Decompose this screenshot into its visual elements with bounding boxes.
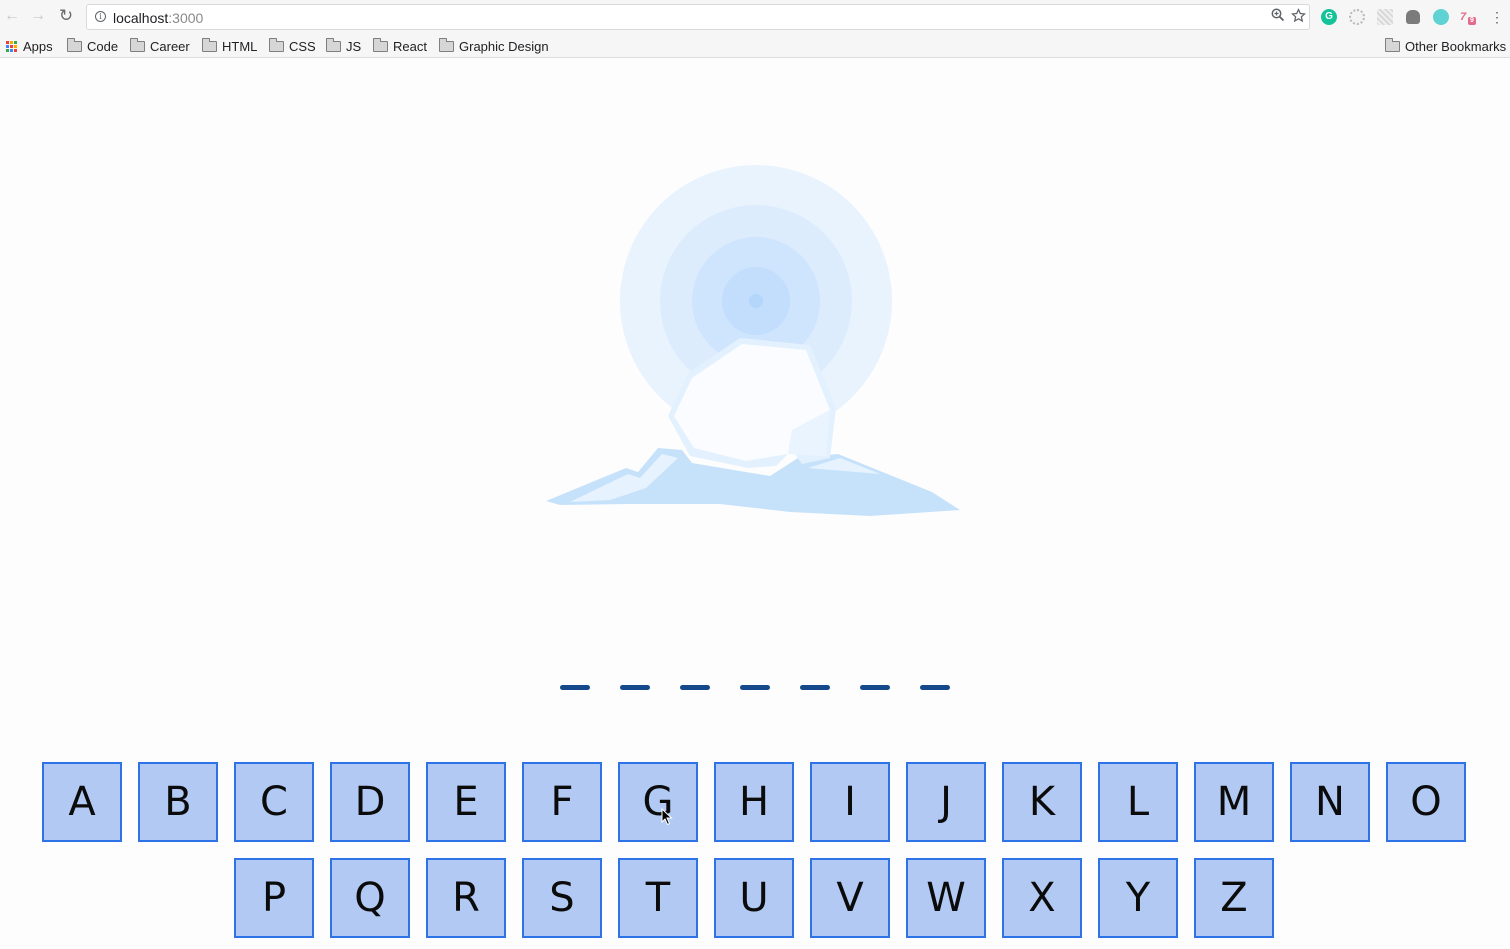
letter-button-o[interactable]: O <box>1386 762 1466 842</box>
letter-blank <box>620 685 650 690</box>
letter-blank <box>740 685 770 690</box>
letter-button-m[interactable]: M <box>1194 762 1274 842</box>
letter-button-p[interactable]: P <box>234 858 314 938</box>
bookmark-folder-react[interactable]: React <box>373 37 427 55</box>
letter-button-x[interactable]: X <box>1002 858 1082 938</box>
letter-button-z[interactable]: Z <box>1194 858 1274 938</box>
letter-button-d[interactable]: D <box>330 762 410 842</box>
letter-button-e[interactable]: E <box>426 762 506 842</box>
badge-count: 9 <box>1468 17 1476 25</box>
letter-button-h[interactable]: H <box>714 762 794 842</box>
pattern-extension-icon[interactable] <box>1377 9 1393 25</box>
info-icon[interactable]: i <box>95 11 106 22</box>
letter-blank <box>680 685 710 690</box>
bookmark-folder-label: HTML <box>222 38 258 54</box>
reload-icon[interactable]: ↻ <box>56 6 76 26</box>
apps-grid-icon <box>6 40 17 52</box>
folder-icon <box>130 37 145 52</box>
folder-icon <box>439 37 454 52</box>
bookmark-folder-label: Graphic Design <box>459 38 549 54</box>
address-bar[interactable]: i localhost:3000 <box>86 4 1310 30</box>
folder-icon <box>373 37 388 52</box>
letter-button-y[interactable]: Y <box>1098 858 1178 938</box>
url-host: localhost <box>113 10 169 26</box>
bookmark-apps-label: Apps <box>23 38 53 54</box>
letter-button-w[interactable]: W <box>906 858 986 938</box>
letter-button-g[interactable]: G <box>618 762 698 842</box>
browser-toolbar: ← → ↻ i localhost:3000 G 79 ⋮ <box>0 0 1510 34</box>
letter-button-f[interactable]: F <box>522 762 602 842</box>
letter-button-k[interactable]: K <box>1002 762 1082 842</box>
folder-icon <box>1385 37 1400 52</box>
url-port: :3000 <box>168 10 204 26</box>
letter-button-b[interactable]: B <box>138 762 218 842</box>
bookmark-folder-label: JS <box>346 38 362 54</box>
grammarly-extension-icon[interactable]: G <box>1321 9 1337 25</box>
bookmark-folder-label: Career <box>150 38 190 54</box>
letter-button-q[interactable]: Q <box>330 858 410 938</box>
url-text: localhost:3000 <box>113 10 203 26</box>
letter-button-n[interactable]: N <box>1290 762 1370 842</box>
letter-button-j[interactable]: J <box>906 762 986 842</box>
bookmark-folder-label: CSS <box>289 38 316 54</box>
badge-extension-icon[interactable]: 79 <box>1460 9 1476 25</box>
word-blanks <box>555 678 955 700</box>
teal-extension-icon[interactable] <box>1433 9 1449 25</box>
evernote-extension-icon[interactable] <box>1406 10 1420 24</box>
bookmark-folder-label: Code <box>87 38 119 54</box>
letter-blank <box>920 685 950 690</box>
letter-button-v[interactable]: V <box>810 858 890 938</box>
iceberg <box>546 338 960 516</box>
more-menu-icon[interactable]: ⋮ <box>1490 9 1504 25</box>
settings-extension-icon[interactable] <box>1349 9 1365 25</box>
letter-blank <box>800 685 830 690</box>
letter-button-a[interactable]: A <box>42 762 122 842</box>
iceberg-illustration <box>540 158 970 523</box>
back-arrow-icon[interactable]: ← <box>2 6 22 26</box>
folder-icon <box>269 37 284 52</box>
letter-button-u[interactable]: U <box>714 858 794 938</box>
letter-button-t[interactable]: T <box>618 858 698 938</box>
folder-icon <box>202 37 217 52</box>
bookmark-other-label: Other Bookmarks <box>1405 38 1507 54</box>
bookmark-folder-career[interactable]: Career <box>130 37 190 55</box>
letter-button-s[interactable]: S <box>522 858 602 938</box>
letter-button-l[interactable]: L <box>1098 762 1178 842</box>
iceberg-svg <box>546 165 960 516</box>
bookmark-star-icon[interactable] <box>1289 8 1307 26</box>
bookmark-folder-label: React <box>393 38 427 54</box>
bookmark-folder-html[interactable]: HTML <box>202 37 257 55</box>
letter-button-i[interactable]: I <box>810 762 890 842</box>
letter-blank <box>560 685 590 690</box>
bookmark-folder-code[interactable]: Code <box>67 37 118 55</box>
badge-extension-letters: 7 <box>1460 11 1467 23</box>
bookmark-apps[interactable]: Apps <box>6 37 53 55</box>
zoom-icon[interactable] <box>1269 8 1287 26</box>
bookmarks-bar: Apps Code Career HTML CSS JS React Graph… <box>0 34 1510 58</box>
bookmark-folder-js[interactable]: JS <box>326 37 361 55</box>
bookmark-folder-css[interactable]: CSS <box>269 37 316 55</box>
bookmark-folder-graphic-design[interactable]: Graphic Design <box>439 37 549 55</box>
bookmark-other-bookmarks[interactable]: Other Bookmarks <box>1385 37 1506 55</box>
letter-blank <box>860 685 890 690</box>
forward-arrow-icon[interactable]: → <box>28 6 48 26</box>
letter-button-r[interactable]: R <box>426 858 506 938</box>
folder-icon <box>67 37 82 52</box>
folder-icon <box>326 37 341 52</box>
letter-button-c[interactable]: C <box>234 762 314 842</box>
